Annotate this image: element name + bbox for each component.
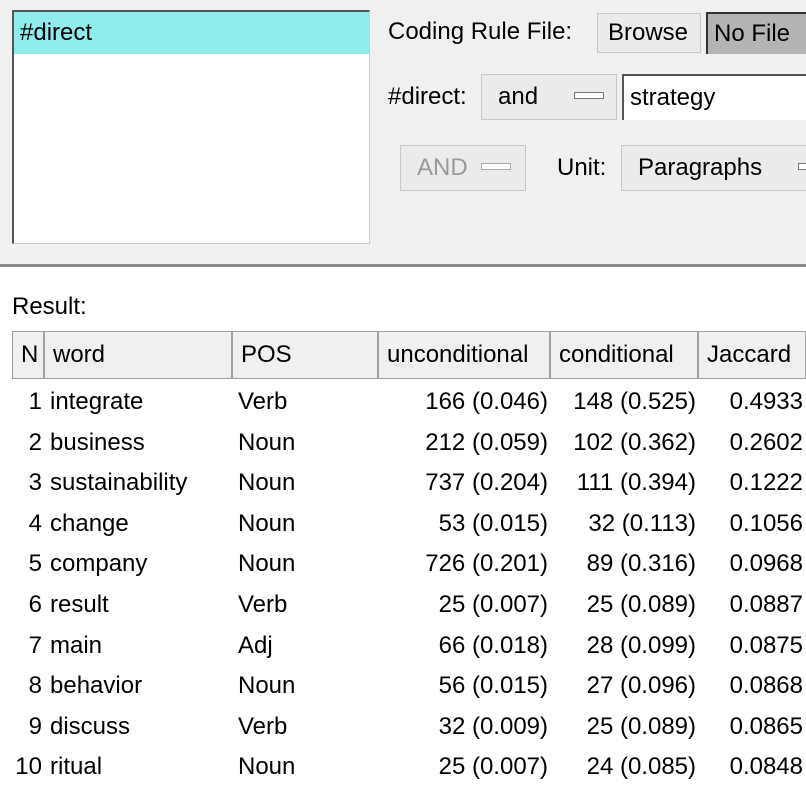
cell-n: 7: [28, 631, 42, 659]
cell-conditional: 24 (0.085): [586, 753, 696, 781]
cell-word: main: [50, 631, 103, 659]
cell-conditional: 25 (0.089): [586, 712, 696, 740]
result-label: Result:: [12, 293, 87, 320]
column-header-unconditional[interactable]: unconditional: [378, 331, 550, 379]
cell-jaccard: 0.0868: [729, 672, 803, 700]
column-header-pos[interactable]: POS: [232, 331, 378, 379]
cell-n: 3: [28, 469, 42, 497]
cell-pos: Verb: [238, 591, 288, 618]
cell-n: 9: [28, 712, 42, 740]
cell-unconditional: 25 (0.007): [438, 591, 548, 618]
cell-jaccard: 0.0848: [729, 753, 803, 781]
cell-n: 2: [28, 428, 42, 456]
column-header-conditional[interactable]: conditional: [550, 331, 698, 379]
column-header-word[interactable]: word: [44, 331, 232, 379]
cell-conditional: 102 (0.362): [573, 428, 696, 456]
unit-value: Paragraphs: [638, 154, 763, 181]
table-row[interactable]: 5 company Noun 726 (0.201) 89 (0.316) 0.0968: [0, 544, 806, 584]
cell-jaccard: 0.0968: [729, 550, 803, 578]
cell-n: 1: [28, 388, 42, 415]
cell-pos: Noun: [238, 509, 296, 537]
unit-menu[interactable]: Paragraphs: [621, 145, 806, 191]
cell-jaccard: 0.0875: [729, 631, 803, 659]
bool-operator-value: AND: [417, 154, 468, 181]
cell-conditional: 27 (0.096): [586, 672, 696, 700]
condition-word-input[interactable]: strategy: [622, 74, 806, 120]
cell-pos: Adj: [238, 631, 273, 659]
cell-conditional: 25 (0.089): [586, 591, 696, 618]
menu-indicator-icon: [798, 163, 806, 170]
table-row[interactable]: 8 behavior Noun 56 (0.015) 27 (0.096) 0.0868: [0, 666, 806, 706]
cell-jaccard: 0.1056: [729, 509, 803, 537]
cell-pos: Noun: [238, 672, 296, 700]
cell-conditional: 28 (0.099): [586, 631, 696, 659]
cell-unconditional: 66 (0.018): [438, 631, 548, 659]
table-row[interactable]: 7 main Adj 66 (0.018) 28 (0.099) 0.0875: [0, 626, 806, 666]
cell-unconditional: 726 (0.201): [425, 550, 548, 578]
table-row[interactable]: 3 sustainability Noun 737 (0.204) 111 (0.394…: [0, 463, 806, 503]
table-row[interactable]: 4 change Noun 53 (0.015) 32 (0.113) 0.1056: [0, 504, 806, 544]
cell-n: 5: [28, 550, 42, 578]
unit-label: Unit:: [557, 154, 607, 181]
cell-conditional: 89 (0.316): [586, 550, 696, 578]
cell-unconditional: 737 (0.204): [425, 469, 548, 497]
condition-operator-value: and: [498, 83, 539, 110]
menu-indicator-icon: [574, 92, 604, 99]
cell-jaccard: 0.0865: [729, 712, 803, 740]
code-list[interactable]: #direct: [12, 10, 370, 244]
cell-conditional: 32 (0.113): [588, 509, 696, 537]
cell-word: change: [50, 509, 129, 537]
cell-n: 6: [28, 591, 42, 618]
cell-conditional: 111 (0.394): [576, 469, 696, 497]
cell-word: result: [50, 591, 109, 618]
search-panel: #direct Coding Rule File: Browse No File…: [0, 0, 806, 266]
cell-unconditional: 212 (0.059): [425, 428, 548, 456]
table-row[interactable]: 1 integrate Verb 166 (0.046) 148 (0.525) 0.49…: [0, 382, 806, 422]
cell-unconditional: 53 (0.015): [438, 509, 548, 537]
cell-pos: Noun: [238, 753, 296, 781]
panel-separator[interactable]: [0, 264, 806, 268]
rule-file-display: No File: [706, 12, 806, 54]
cell-n: 4: [28, 509, 42, 537]
cell-jaccard: 0.1222: [729, 469, 803, 497]
cell-pos: Noun: [238, 469, 296, 497]
cell-word: company: [50, 550, 148, 578]
cell-pos: Noun: [238, 428, 296, 456]
table-row[interactable]: 2 business Noun 212 (0.059) 102 (0.362) 0.260…: [0, 423, 806, 463]
cell-unconditional: 32 (0.009): [438, 712, 548, 740]
cell-word: sustainability: [50, 469, 188, 497]
cell-word: ritual: [50, 753, 103, 781]
cell-unconditional: 56 (0.015): [438, 672, 548, 700]
cell-unconditional: 166 (0.046): [425, 388, 548, 415]
cell-conditional: 148 (0.525): [573, 388, 696, 415]
column-header-n[interactable]: N: [12, 331, 44, 379]
cell-word: business: [50, 428, 145, 456]
code-list-item-direct[interactable]: #direct: [14, 12, 369, 54]
browse-button[interactable]: Browse: [597, 13, 701, 53]
table-row[interactable]: 9 discuss Verb 32 (0.009) 25 (0.089) 0.0865: [0, 707, 806, 747]
cell-pos: Verb: [238, 712, 288, 740]
cell-n: 8: [28, 672, 42, 700]
column-header-jaccard[interactable]: Jaccard: [698, 331, 806, 379]
coding-rule-file-label: Coding Rule File:: [388, 18, 573, 45]
cell-jaccard: 0.4933: [729, 388, 803, 415]
cell-jaccard: 0.2602: [729, 428, 803, 456]
cell-jaccard: 0.0887: [729, 591, 803, 618]
cell-pos: Noun: [238, 550, 296, 578]
menu-indicator-icon: [481, 163, 511, 170]
condition-operator-menu[interactable]: and: [481, 74, 617, 120]
cell-pos: Verb: [238, 388, 288, 415]
cell-unconditional: 25 (0.007): [438, 753, 548, 781]
bool-operator-menu[interactable]: AND: [400, 145, 526, 191]
cell-n: 10: [15, 753, 42, 781]
table-row[interactable]: 10 ritual Noun 25 (0.007) 24 (0.085) 0.0848: [0, 747, 806, 787]
table-row[interactable]: 6 result Verb 25 (0.007) 25 (0.089) 0.0887: [0, 585, 806, 625]
cell-word: behavior: [50, 672, 143, 700]
direct-condition-label: #direct:: [388, 83, 467, 110]
cell-word: discuss: [50, 712, 131, 740]
cell-word: integrate: [50, 388, 144, 415]
